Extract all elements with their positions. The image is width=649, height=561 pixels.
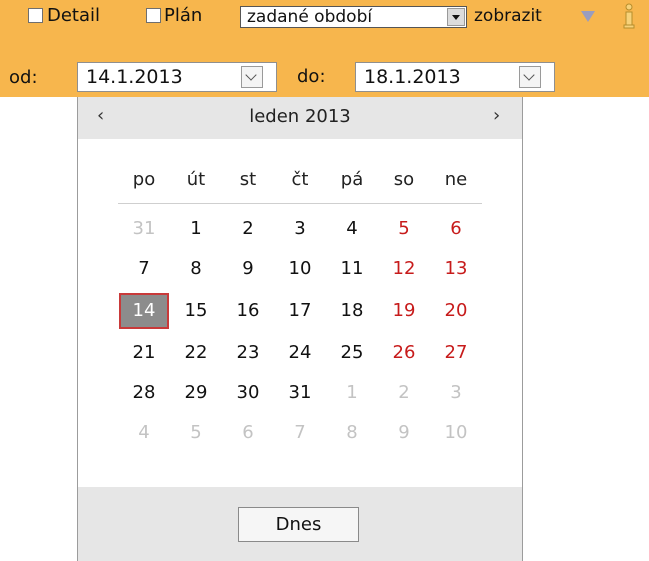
calendar-day[interactable]: 18 [326,291,378,331]
calendar-day[interactable]: 22 [170,333,222,373]
calendar-day[interactable]: 11 [326,249,378,289]
calendar-day[interactable]: 26 [378,333,430,373]
calendar-day[interactable]: 28 [118,373,170,413]
calendar-footer: Dnes [78,487,522,561]
calendar-day[interactable]: 2 [378,373,430,413]
calendar-day[interactable]: 8 [326,413,378,453]
calendar-day[interactable]: 8 [170,249,222,289]
calendar-day-selected[interactable]: 14 [119,293,169,329]
calendar-day[interactable]: 12 [378,249,430,289]
show-label[interactable]: zobrazit [474,5,542,27]
calendar-day[interactable]: 15 [170,291,222,331]
to-label: do: [297,66,326,87]
calendar-day[interactable]: 3 [274,209,326,249]
calendar-day[interactable]: 4 [326,209,378,249]
calendar-day[interactable]: 7 [118,249,170,289]
calendar-day[interactable]: 17 [274,291,326,331]
calendar-day[interactable]: 27 [430,333,482,373]
info-icon[interactable] [622,2,636,32]
calendar-day[interactable]: 21 [118,333,170,373]
calendar-day[interactable]: 23 [222,333,274,373]
calendar-day[interactable]: 5 [170,413,222,453]
to-date-input[interactable]: 18.1.2013 [355,62,555,92]
calendar-day[interactable]: 5 [378,209,430,249]
to-date-dropdown-button[interactable] [519,66,541,88]
calendar-day[interactable]: 30 [222,373,274,413]
today-button[interactable]: Dnes [238,507,359,542]
toolbar: Detail Plán zadané období zobrazit [0,0,649,34]
calendar-day[interactable]: 6 [430,209,482,249]
chevron-down-icon[interactable] [447,8,465,26]
calendar-day[interactable]: 10 [274,249,326,289]
calendar-day[interactable]: 1 [170,209,222,249]
calendar-day[interactable]: 25 [326,333,378,373]
plan-checkbox[interactable] [146,8,161,23]
calendar-day[interactable]: 24 [274,333,326,373]
period-select[interactable]: zadané období [240,6,467,28]
calendar-day[interactable]: 19 [378,291,430,331]
triangle-down-icon[interactable] [581,11,595,22]
detail-label: Detail [47,5,101,26]
calendar-day[interactable]: 2 [222,209,274,249]
calendar-day[interactable]: 13 [430,249,482,289]
calendar-day[interactable]: 29 [170,373,222,413]
period-select-value: zadané období [247,7,373,27]
calendar-day[interactable]: 31 [118,209,170,249]
calendar-popup: leden 2013 ‹ › po út st čt pá so ne 31 1… [77,97,523,561]
calendar-day[interactable]: 16 [222,291,274,331]
calendar-day[interactable]: 1 [326,373,378,413]
day-grid: 31 1 2 3 4 5 6 7 8 9 10 11 12 13 14 15 1… [118,97,482,497]
calendar-day[interactable]: 4 [118,413,170,453]
calendar-day[interactable]: 6 [222,413,274,453]
calendar-day[interactable]: 31 [274,373,326,413]
from-date-input[interactable]: 14.1.2013 [77,62,277,92]
calendar-day[interactable]: 10 [430,413,482,453]
from-label: od: [9,67,38,88]
to-date-value: 18.1.2013 [364,66,461,88]
calendar-day[interactable]: 3 [430,373,482,413]
from-date-dropdown-button[interactable] [241,66,263,88]
detail-checkbox[interactable] [28,8,43,23]
next-month-button[interactable]: › [493,105,500,127]
prev-month-button[interactable]: ‹ [97,105,104,127]
calendar-day[interactable]: 7 [274,413,326,453]
calendar-day[interactable]: 9 [378,413,430,453]
calendar-day[interactable]: 9 [222,249,274,289]
calendar-day[interactable]: 20 [430,291,482,331]
from-date-value: 14.1.2013 [86,66,183,88]
plan-label: Plán [164,5,203,26]
